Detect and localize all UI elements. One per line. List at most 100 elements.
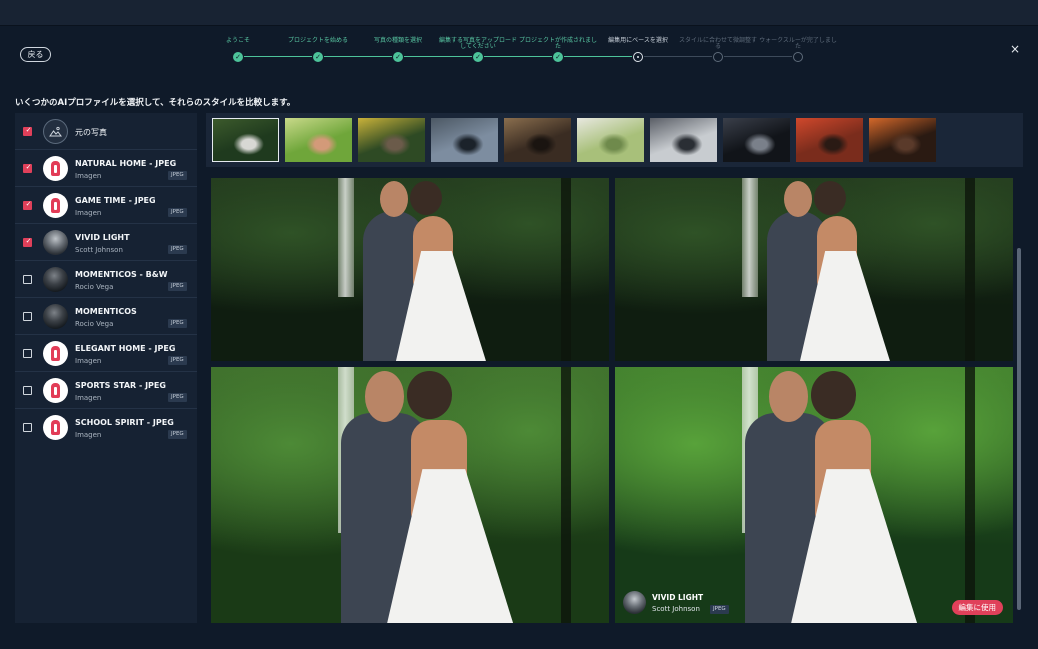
profile-item[interactable]: GAME TIME - JPEG Imagen JPEG bbox=[15, 187, 197, 224]
thumbnail-strip bbox=[206, 113, 1023, 167]
back-button[interactable]: 戻る bbox=[20, 47, 51, 62]
profile-name: MOMENTICOS - B&W bbox=[75, 270, 168, 279]
creator-avatar bbox=[43, 304, 68, 329]
profile-item[interactable]: MOMENTICOS Rocio Vega JPEG bbox=[15, 298, 197, 335]
step-8: ウォークスルーが完了しました bbox=[758, 38, 838, 62]
preview-natural-home[interactable] bbox=[615, 178, 1013, 361]
thumb-wedding-table[interactable] bbox=[577, 118, 644, 162]
step-indicator-icon bbox=[633, 52, 643, 62]
step-label: 写真の種類を選択 bbox=[373, 37, 422, 44]
format-badge: JPEG bbox=[168, 393, 187, 402]
imagen-logo-icon bbox=[43, 415, 68, 440]
profile-item[interactable]: NATURAL HOME - JPEG Imagen JPEG bbox=[15, 150, 197, 187]
imagen-logo-icon bbox=[43, 378, 68, 403]
check-icon: ✓ bbox=[313, 52, 323, 62]
caption-format-badge: JPEG bbox=[710, 605, 729, 614]
check-icon: ✓ bbox=[553, 52, 563, 62]
profile-name: VIVID LIGHT bbox=[75, 233, 130, 242]
imagen-logo-icon bbox=[43, 193, 68, 218]
wedding-couple bbox=[615, 367, 1013, 623]
step-1: ようこそ ✓ bbox=[198, 38, 278, 62]
creator-avatar bbox=[43, 267, 68, 292]
step-label: 編集する写真をアップロードしてください bbox=[438, 37, 517, 50]
profile-item[interactable]: VIVID LIGHT Scott Johnson JPEG bbox=[15, 224, 197, 261]
thumb-woman-leaves[interactable] bbox=[285, 118, 352, 162]
profile-checkbox[interactable] bbox=[23, 237, 33, 247]
profile-creator: Rocio Vega bbox=[75, 320, 114, 328]
format-badge: JPEG bbox=[168, 171, 187, 180]
step-label: プロジェクトが作成されました bbox=[518, 37, 597, 50]
imagen-logo-icon bbox=[43, 341, 68, 366]
profile-checkbox[interactable] bbox=[23, 200, 33, 210]
step-indicator-icon bbox=[793, 52, 803, 62]
step-connector bbox=[404, 56, 472, 57]
step-connector bbox=[644, 56, 712, 57]
app-window: 戻る × ようこそ ✓ プロジェクトを始める ✓ 写真の種類を選択 ✓ 編集する写真をアップ… bbox=[0, 0, 1038, 649]
profile-item[interactable]: SPORTS STAR - JPEG Imagen JPEG bbox=[15, 372, 197, 409]
thumb-motorcycle-night[interactable] bbox=[723, 118, 790, 162]
format-badge: JPEG bbox=[168, 319, 187, 328]
thumb-band-stage[interactable] bbox=[869, 118, 936, 162]
creator-avatar bbox=[43, 230, 68, 255]
profile-item[interactable]: MOMENTICOS - B&W Rocio Vega JPEG bbox=[15, 261, 197, 298]
step-3: 写真の種類を選択 ✓ bbox=[358, 37, 438, 62]
preview-vivid-light[interactable]: VIVID LIGHT Scott Johnson JPEG 編集に使用 bbox=[615, 367, 1013, 623]
profile-checkbox[interactable] bbox=[23, 163, 33, 173]
step-connector bbox=[324, 56, 392, 57]
step-indicator-icon bbox=[713, 52, 723, 62]
format-badge: JPEG bbox=[168, 208, 187, 217]
profile-item[interactable]: ELEGANT HOME - JPEG Imagen JPEG bbox=[15, 335, 197, 372]
profile-checkbox[interactable] bbox=[23, 312, 32, 321]
step-connector bbox=[244, 56, 312, 57]
profile-checkbox[interactable] bbox=[23, 126, 33, 136]
profile-creator: Imagen bbox=[75, 209, 102, 217]
step-5: プロジェクトが作成されました ✓ bbox=[518, 37, 598, 62]
preview-grid: VIVID LIGHT Scott Johnson JPEG 編集に使用 bbox=[206, 173, 1023, 629]
check-icon: ✓ bbox=[233, 52, 243, 62]
profile-name: NATURAL HOME - JPEG bbox=[75, 159, 177, 168]
thumb-dark-interior[interactable] bbox=[504, 118, 571, 162]
check-icon: ✓ bbox=[473, 52, 483, 62]
thumb-couple-forest[interactable] bbox=[212, 118, 279, 162]
step-4: 編集する写真をアップロードしてください ✓ bbox=[438, 37, 518, 62]
close-icon[interactable]: × bbox=[1008, 42, 1022, 56]
scrollbar[interactable] bbox=[1017, 248, 1021, 610]
format-badge: JPEG bbox=[168, 356, 187, 365]
image-icon bbox=[43, 119, 68, 144]
creator-avatar bbox=[623, 591, 646, 614]
step-label: 編集用にベースを選択 bbox=[608, 37, 668, 44]
profile-item[interactable]: 元の写真 bbox=[15, 113, 197, 150]
caption-creator: Scott Johnson bbox=[652, 605, 700, 613]
use-for-editing-button[interactable]: 編集に使用 bbox=[951, 600, 1003, 615]
caption-profile-name: VIVID LIGHT bbox=[652, 593, 704, 602]
thumb-room-couple[interactable] bbox=[650, 118, 717, 162]
step-6: 編集用にベースを選択 bbox=[598, 37, 678, 62]
format-badge: JPEG bbox=[168, 245, 187, 254]
profile-name: SPORTS STAR - JPEG bbox=[75, 381, 166, 390]
step-label: プロジェクトを始める bbox=[287, 37, 348, 44]
step-7: スタイルに合わせて微調整する bbox=[678, 37, 758, 62]
profile-name: GAME TIME - JPEG bbox=[75, 196, 156, 205]
profile-list: 元の写真NATURAL HOME - JPEGImagenJPEGGAME TI… bbox=[15, 113, 197, 623]
step-connector bbox=[564, 56, 632, 57]
profile-creator: Scott Johnson bbox=[75, 246, 123, 254]
profile-checkbox[interactable] bbox=[23, 349, 32, 358]
wedding-couple bbox=[615, 178, 1013, 361]
preview-original[interactable] bbox=[211, 178, 609, 361]
profile-item[interactable]: SCHOOL SPIRIT - JPEG Imagen JPEG bbox=[15, 409, 197, 446]
thumb-group-outdoor[interactable] bbox=[358, 118, 425, 162]
thumb-lake-rocks[interactable] bbox=[431, 118, 498, 162]
preview-game-time[interactable] bbox=[211, 367, 609, 623]
check-icon: ✓ bbox=[393, 52, 403, 62]
profile-checkbox[interactable] bbox=[23, 386, 32, 395]
profile-name: MOMENTICOS bbox=[75, 307, 137, 316]
thumb-bride-red[interactable] bbox=[796, 118, 863, 162]
instruction-text: いくつかのAIプロファイルを選択して、それらのスタイルを比較します。 bbox=[15, 98, 296, 108]
profile-checkbox[interactable] bbox=[23, 423, 32, 432]
profile-name: 元の写真 bbox=[75, 128, 107, 137]
wedding-couple bbox=[211, 367, 609, 623]
profile-checkbox[interactable] bbox=[23, 275, 32, 284]
progress-stepper: ようこそ ✓ プロジェクトを始める ✓ 写真の種類を選択 ✓ 編集する写真をアップロードして… bbox=[198, 38, 838, 68]
step-label: スタイルに合わせて微調整する bbox=[678, 37, 757, 50]
profile-creator: Rocio Vega bbox=[75, 283, 114, 291]
